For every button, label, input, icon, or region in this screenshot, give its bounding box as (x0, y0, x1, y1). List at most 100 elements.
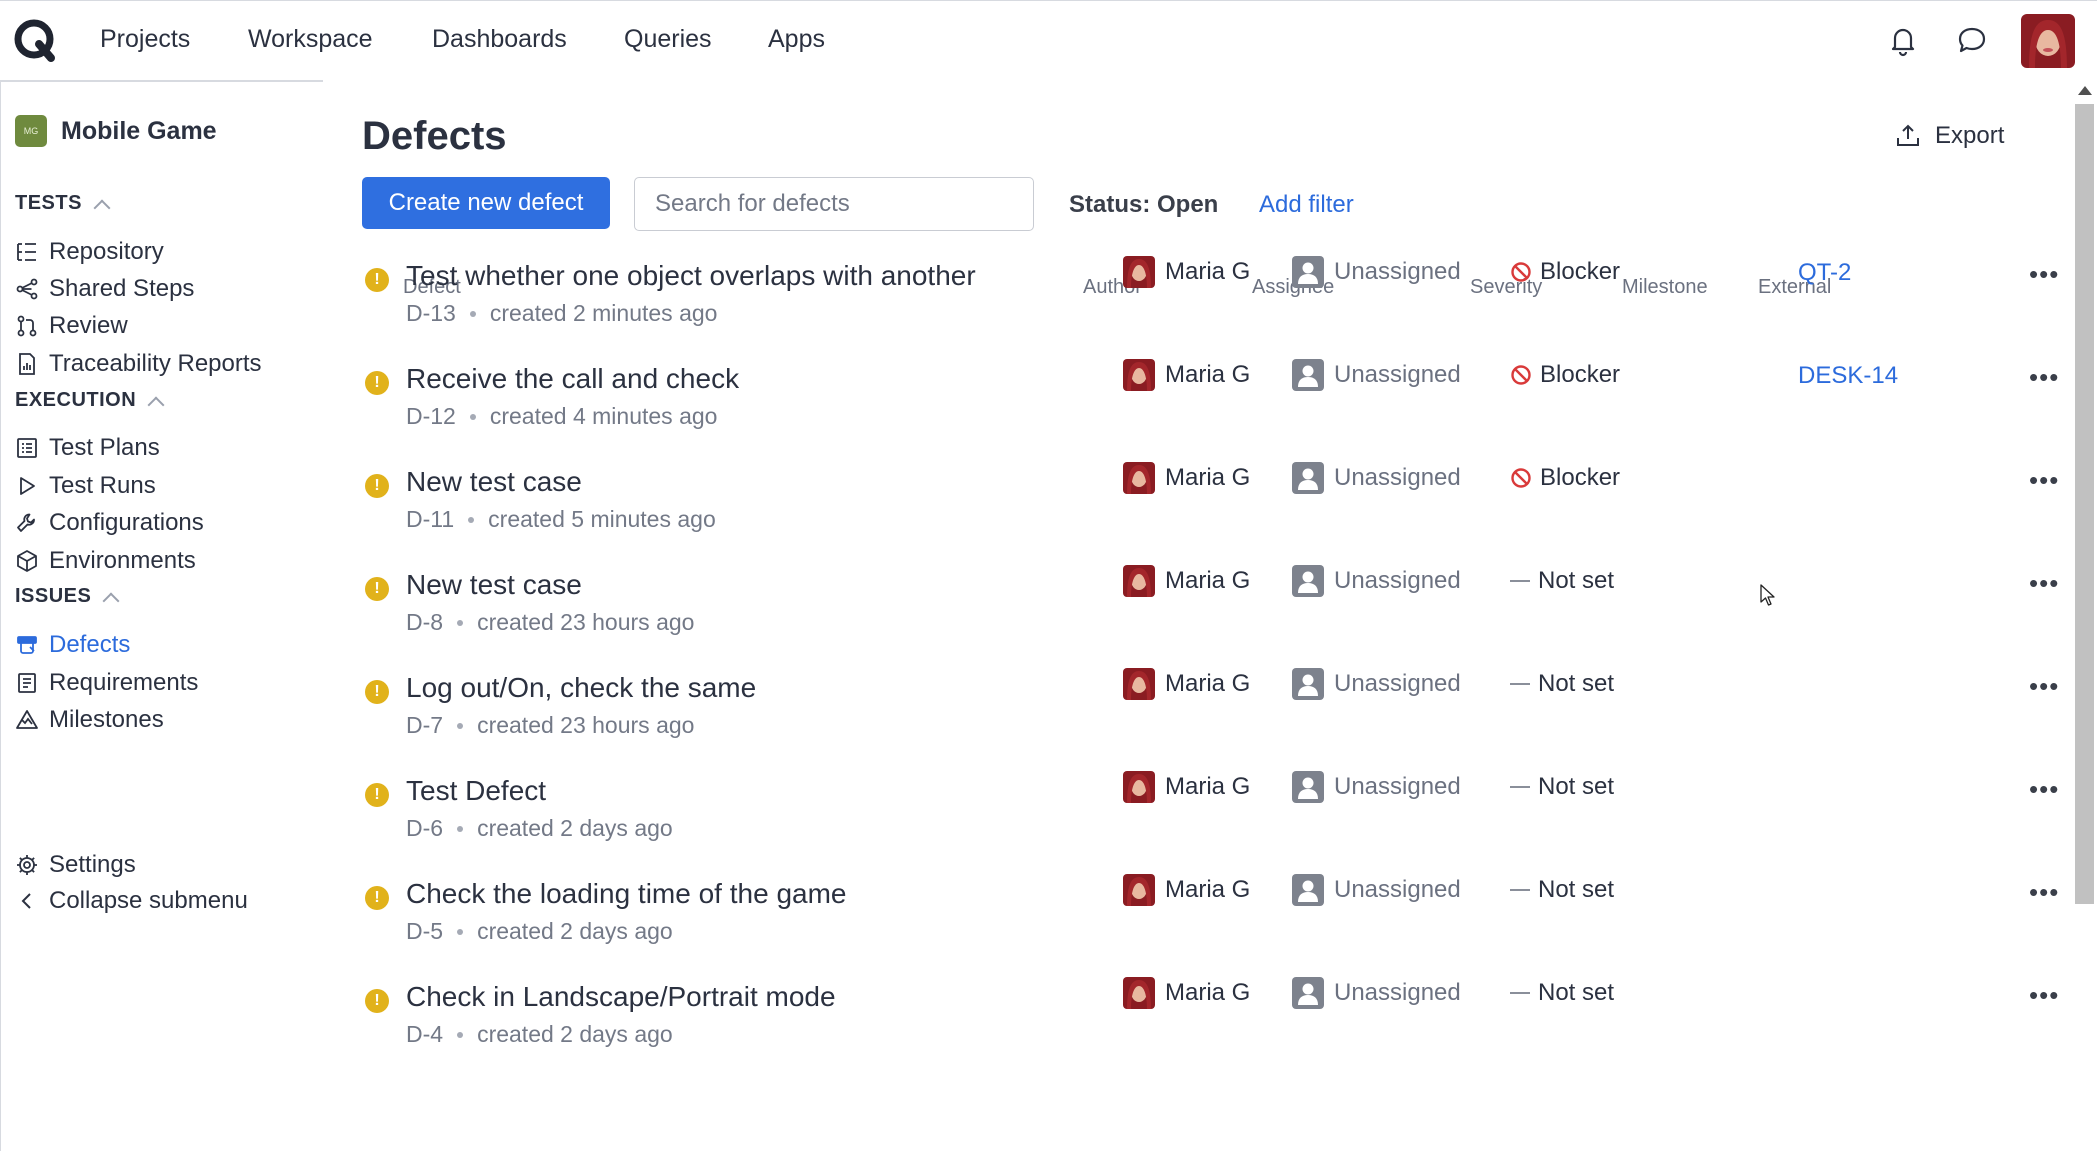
status-filter[interactable]: Status: Open (1069, 191, 1218, 219)
defect-assignee[interactable]: Unassigned (1292, 359, 1461, 391)
scroll-up-arrow-icon[interactable] (2078, 86, 2092, 95)
defect-id: D-5 (406, 918, 444, 944)
more-actions-icon[interactable]: ••• (2029, 673, 2059, 699)
assignee-name: Unassigned (1334, 773, 1461, 800)
add-filter-link[interactable]: Add filter (1259, 191, 1354, 219)
sidebar-item-defects[interactable]: Defects (15, 628, 130, 662)
separator-dot (457, 928, 464, 935)
defect-severity[interactable]: Not set (1510, 773, 1614, 801)
nav-queries[interactable]: Queries (624, 25, 712, 54)
nav-dashboards[interactable]: Dashboards (432, 25, 567, 54)
more-actions-icon[interactable]: ••• (2029, 776, 2059, 802)
sidebar-item-configurations[interactable]: Configurations (15, 506, 204, 540)
sidebar-item-environments[interactable]: Environments (15, 544, 196, 578)
more-actions-icon[interactable]: ••• (2029, 261, 2059, 287)
scrollbar[interactable] (2073, 82, 2097, 1151)
page-title: Defects (362, 114, 507, 158)
defect-row[interactable]: ! Receive the call and check D-12 created 4… (362, 351, 2062, 454)
defect-row[interactable]: ! Check the loading time of the game D-5 cr… (362, 866, 2062, 969)
separator-dot (457, 722, 464, 729)
defect-row[interactable]: ! New test case D-11 created 5 minutes ago M… (362, 454, 2062, 557)
defect-severity[interactable]: Not set (1510, 567, 1614, 595)
more-actions-icon[interactable]: ••• (2029, 879, 2059, 905)
defect-row[interactable]: ! Test whether one object overlaps with a… (362, 248, 2062, 351)
defect-title[interactable]: Test Defect (406, 775, 546, 807)
defect-title[interactable]: Log out/On, check the same (406, 672, 756, 704)
sidebar: MG Mobile Game TESTS Repository Shared S… (0, 80, 323, 1151)
more-actions-icon[interactable]: ••• (2029, 364, 2059, 390)
defect-assignee[interactable]: Unassigned (1292, 462, 1461, 494)
defect-title[interactable]: New test case (406, 569, 582, 601)
external-link[interactable]: DESK-14 (1798, 362, 1898, 390)
defect-severity[interactable]: Blocker (1510, 464, 1620, 492)
separator-dot (468, 516, 475, 523)
defect-assignee[interactable]: Unassigned (1292, 668, 1461, 700)
user-placeholder-icon (1292, 565, 1324, 597)
search-input[interactable] (634, 177, 1034, 231)
section-execution-toggle[interactable]: EXECUTION (15, 389, 165, 413)
sidebar-item-test-plans[interactable]: Test Plans (15, 431, 160, 465)
create-defect-button[interactable]: Create new defect (362, 177, 610, 229)
cube-icon (17, 550, 37, 572)
sidebar-item-review[interactable]: Review (15, 309, 128, 343)
section-tests-toggle[interactable]: TESTS (15, 192, 111, 216)
defect-severity[interactable]: Not set (1510, 876, 1614, 904)
author-avatar (1123, 874, 1155, 906)
defect-severity[interactable]: Blocker (1510, 258, 1620, 286)
nav-workspace[interactable]: Workspace (248, 25, 373, 54)
more-actions-icon[interactable]: ••• (2029, 982, 2059, 1008)
defect-assignee[interactable]: Unassigned (1292, 771, 1461, 803)
sidebar-item-test-runs[interactable]: Test Runs (15, 469, 156, 503)
chat-icon[interactable] (1955, 23, 1989, 57)
app-logo-icon[interactable] (13, 18, 57, 62)
defect-row[interactable]: ! Log out/On, check the same D-7 created 23… (362, 660, 2062, 763)
top-navigation: Projects Workspace Dashboards Queries Ap… (0, 0, 2097, 80)
defect-row[interactable]: ! New test case D-8 created 23 hours ago Mar… (362, 557, 2062, 660)
sidebar-item-settings[interactable]: Settings (15, 848, 136, 882)
defect-severity[interactable]: Not set (1510, 670, 1614, 698)
sidebar-item-requirements[interactable]: Requirements (15, 666, 198, 700)
severity-label: Not set (1538, 876, 1615, 903)
scrollbar-thumb[interactable] (2075, 104, 2094, 904)
project-switcher[interactable]: MG Mobile Game (15, 114, 217, 148)
nav-apps[interactable]: Apps (768, 25, 825, 54)
defect-assignee[interactable]: Unassigned (1292, 565, 1461, 597)
nav-projects[interactable]: Projects (100, 25, 190, 54)
defect-severity[interactable]: Not set (1510, 979, 1614, 1007)
sidebar-item-milestones[interactable]: Milestones (15, 703, 164, 737)
wrench-icon (17, 513, 35, 532)
defect-assignee[interactable]: Unassigned (1292, 874, 1461, 906)
user-placeholder-icon (1292, 668, 1324, 700)
bell-icon[interactable] (1886, 23, 1920, 57)
defect-title[interactable]: New test case (406, 466, 582, 498)
defect-assignee[interactable]: Unassigned (1292, 977, 1461, 1009)
user-avatar[interactable] (2021, 14, 2075, 68)
separator-dot (457, 1031, 464, 1038)
export-button[interactable]: Export (1895, 122, 2004, 150)
blocker-icon (1511, 365, 1531, 385)
defect-created: created 4 minutes ago (489, 403, 718, 429)
defect-row[interactable]: ! Test Defect D-6 created 2 days ago Maria G… (362, 763, 2062, 866)
sidebar-item-shared-steps[interactable]: Shared Steps (15, 272, 194, 306)
defect-severity[interactable]: Blocker (1510, 361, 1620, 389)
chevron-up-icon (147, 396, 165, 413)
sidebar-item-repository[interactable]: Repository (15, 235, 164, 269)
collapse-submenu-button[interactable]: Collapse submenu (15, 884, 248, 918)
defect-meta: D-8 created 23 hours ago (406, 609, 694, 636)
defect-assignee[interactable]: Unassigned (1292, 256, 1461, 288)
external-link[interactable]: QT-2 (1798, 259, 1851, 287)
blocker-icon (1511, 262, 1531, 282)
section-issues-toggle[interactable]: ISSUES (15, 585, 120, 609)
defect-title[interactable]: Receive the call and check (406, 363, 739, 395)
more-actions-icon[interactable]: ••• (2029, 570, 2059, 596)
defect-title[interactable]: Check in Landscape/Portrait mode (406, 981, 836, 1013)
chevron-up-icon (93, 199, 111, 216)
not-set-dash-icon (1510, 992, 1530, 994)
defect-title[interactable]: Check the loading time of the game (406, 878, 846, 910)
defect-title[interactable]: Test whether one object overlaps with an… (406, 260, 976, 292)
sidebar-item-traceability-reports[interactable]: Traceability Reports (15, 347, 262, 381)
defect-row[interactable]: ! Check in Landscape/Portrait mode D-4 crea… (362, 969, 2062, 1072)
status-open-icon: ! (365, 577, 389, 601)
more-actions-icon[interactable]: ••• (2029, 467, 2059, 493)
status-open-icon: ! (365, 268, 389, 292)
